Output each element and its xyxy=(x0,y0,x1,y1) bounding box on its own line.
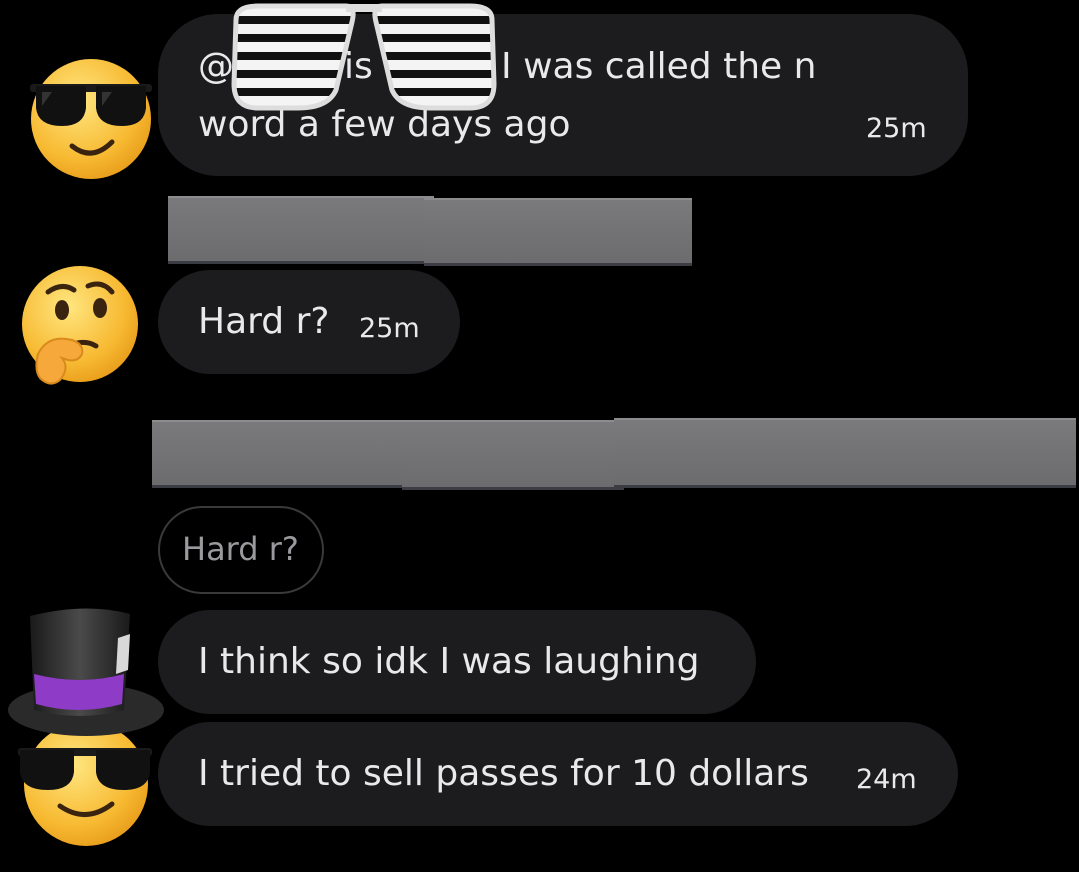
message-3-text: I think so idk I was laughing xyxy=(198,641,700,682)
message-1-timestamp: 25m xyxy=(866,113,927,144)
message-4-text: I tried to sell passes for 10 dollars xyxy=(198,753,809,794)
redaction-bar xyxy=(614,418,882,488)
thinking-face-emoji-icon xyxy=(16,264,140,388)
shutter-shades-icon xyxy=(228,0,500,112)
redaction-bar xyxy=(152,420,410,488)
reply-quote-text: Hard r? xyxy=(182,530,299,568)
sunglasses-emoji-icon xyxy=(28,56,154,182)
redaction-bar xyxy=(880,418,1076,488)
message-2-timestamp: 25m xyxy=(359,313,420,344)
redaction-bar xyxy=(424,198,692,266)
redaction-bar xyxy=(402,420,624,490)
top-hat-sunglasses-emoji-icon xyxy=(6,600,166,848)
message-4-timestamp: 24m xyxy=(856,764,917,795)
message-1-line-1-suffix: n I was called the n xyxy=(466,46,817,87)
message-2-text: Hard r? xyxy=(198,301,330,342)
redaction-bar xyxy=(168,196,434,264)
